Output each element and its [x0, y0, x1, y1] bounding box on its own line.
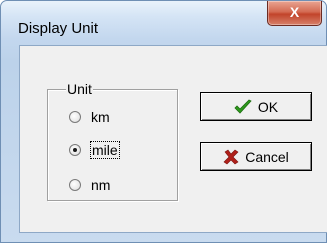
radio-button-mile[interactable]	[69, 144, 81, 156]
radio-button-nm[interactable]	[69, 179, 81, 191]
unit-group-label: Unit	[66, 81, 93, 97]
close-icon: X	[289, 4, 300, 20]
x-mark-icon	[223, 149, 239, 164]
radio-option-nm[interactable]: nm	[69, 176, 110, 194]
cancel-button[interactable]: Cancel	[200, 142, 312, 171]
window-title: Display Unit	[18, 20, 99, 37]
checkmark-icon	[234, 99, 252, 114]
radio-label-km: km	[91, 109, 110, 125]
radio-option-km[interactable]: km	[69, 108, 110, 126]
radio-option-mile[interactable]: mile	[69, 141, 120, 159]
radio-button-km[interactable]	[69, 111, 81, 123]
radio-label-mile: mile	[90, 141, 120, 159]
ok-button[interactable]: OK	[200, 92, 312, 121]
radio-label-nm: nm	[91, 177, 111, 193]
ok-button-label: OK	[257, 98, 279, 115]
cancel-button-label: Cancel	[245, 148, 289, 165]
close-button[interactable]: X	[267, 1, 322, 26]
